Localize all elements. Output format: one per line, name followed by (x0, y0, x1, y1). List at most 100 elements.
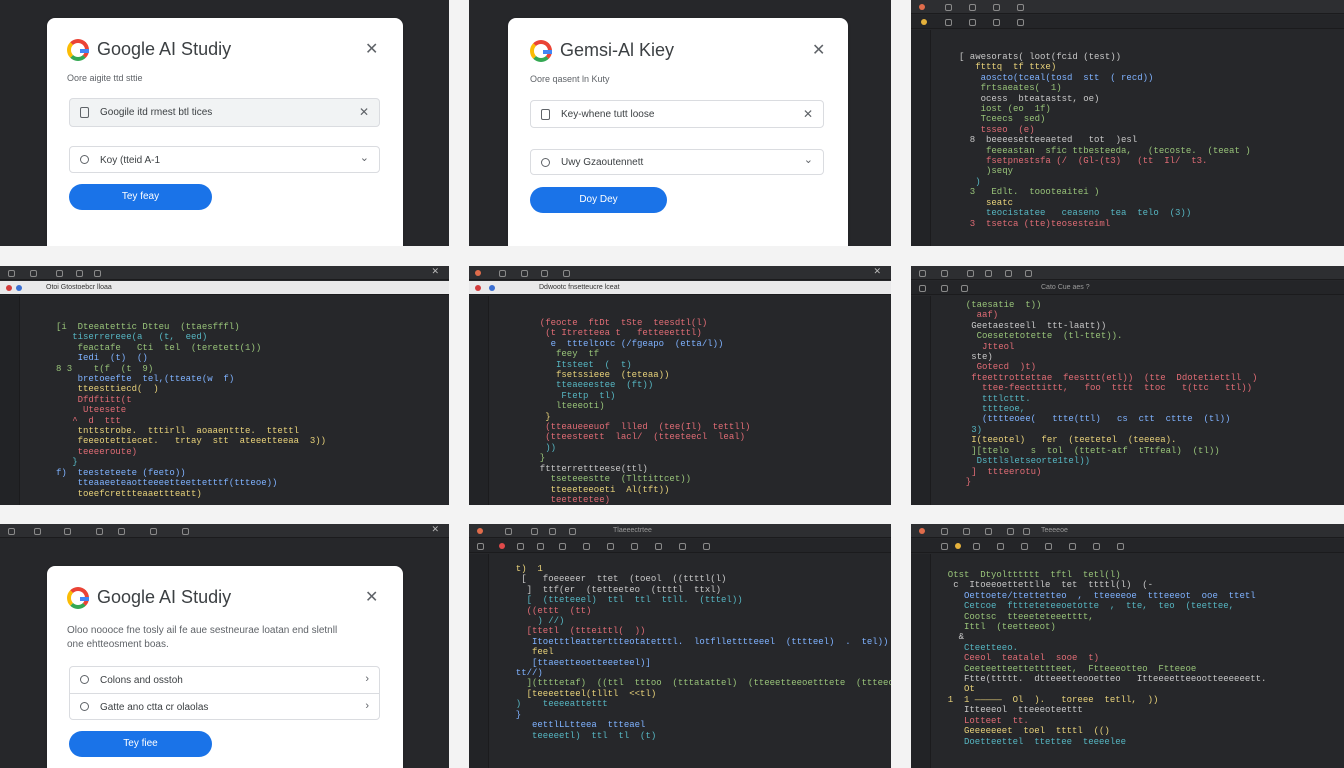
tool-icon[interactable] (941, 285, 948, 292)
clear-icon[interactable]: ✕ (359, 105, 369, 119)
close-icon[interactable]: ✕ (812, 40, 825, 60)
key-input[interactable]: Key-whene tutt loose ✕ (530, 100, 824, 128)
tool-icon[interactable] (997, 543, 1004, 550)
tool-icon[interactable] (1017, 19, 1024, 26)
close-icon[interactable]: ✕ (431, 266, 439, 277)
code-line: feeeotettiecet. trtay stt ateeetteeaa 3)… (56, 436, 327, 447)
tab-title[interactable]: Otoi Gtostoebcr lloaa (46, 284, 112, 291)
primary-button[interactable]: Doy Dey (530, 187, 667, 213)
tool-icon[interactable] (607, 543, 614, 550)
tool-icon[interactable] (941, 543, 948, 550)
tool-icon[interactable] (967, 270, 974, 277)
tool-icon[interactable] (517, 543, 524, 550)
record-icon[interactable] (499, 543, 505, 549)
tool-icon[interactable] (56, 270, 63, 277)
option-item-1[interactable]: Colons and osstoh › (70, 667, 379, 694)
tool-icon[interactable] (477, 543, 484, 550)
record-icon[interactable] (475, 270, 481, 276)
record-icon[interactable] (6, 285, 12, 291)
tool-icon[interactable] (182, 528, 189, 535)
tool-icon[interactable] (1017, 4, 1024, 11)
tool-icon[interactable] (945, 19, 952, 26)
tool-icon[interactable] (531, 528, 538, 535)
run-icon[interactable] (955, 543, 961, 549)
tool-icon[interactable] (679, 543, 686, 550)
key-dropdown[interactable]: Koy (tteid A-1 ⌄ (69, 146, 380, 173)
record-icon[interactable] (919, 4, 925, 10)
panel-ai-studio-options: ✕ Google AI Studiy ✕ Oloo noooce fne tos… (0, 524, 449, 768)
tool-icon[interactable] (8, 528, 15, 535)
record-icon[interactable] (477, 528, 483, 534)
code-line: Geeeeeeet toel ttttl (() (937, 726, 1110, 737)
tool-icon[interactable] (541, 270, 548, 277)
tool-icon[interactable] (631, 543, 638, 550)
tool-icon[interactable] (30, 270, 37, 277)
tool-icon[interactable] (537, 543, 544, 550)
tool-icon[interactable] (969, 4, 976, 11)
tool-icon[interactable] (64, 528, 71, 535)
close-icon[interactable]: ✕ (873, 266, 881, 277)
tool-icon[interactable] (919, 285, 926, 292)
tool-icon[interactable] (559, 543, 566, 550)
tool-icon[interactable] (94, 270, 101, 277)
code-line: Tceecs sed) (959, 114, 1046, 125)
tool-icon[interactable] (499, 270, 506, 277)
run-icon[interactable] (921, 19, 927, 25)
tool-icon[interactable] (993, 19, 1000, 26)
tool-icon[interactable] (919, 270, 926, 277)
tool-icon[interactable] (945, 4, 952, 11)
run-icon[interactable] (489, 285, 495, 291)
tool-icon[interactable] (703, 543, 710, 550)
tab-title[interactable]: Tlaeeectrtee (613, 527, 652, 534)
tab-title[interactable]: Ddwootc fnsetteucre lceat (539, 284, 620, 291)
search-field[interactable]: Googile itd rmest btl tices ✕ (69, 98, 380, 127)
primary-button[interactable]: Tey fiee (69, 731, 212, 757)
tool-icon[interactable] (549, 528, 556, 535)
line-gutter (0, 296, 20, 505)
tool-icon[interactable] (1045, 543, 1052, 550)
record-icon[interactable] (475, 285, 481, 291)
tool-icon[interactable] (1007, 528, 1014, 535)
option-item-2[interactable]: Gatte ano ctta cr olaolas › (70, 694, 379, 721)
tool-icon[interactable] (521, 270, 528, 277)
tool-icon[interactable] (985, 270, 992, 277)
tool-icon[interactable] (961, 285, 968, 292)
tool-icon[interactable] (34, 528, 41, 535)
close-icon[interactable]: ✕ (365, 39, 378, 59)
tab-title[interactable]: Teeeeoe (1041, 527, 1068, 534)
tool-icon[interactable] (1093, 543, 1100, 550)
tool-icon[interactable] (118, 528, 125, 535)
tool-icon[interactable] (973, 543, 980, 550)
project-dropdown[interactable]: Uwy Gzaoutennett ⌄ (530, 149, 824, 175)
tool-icon[interactable] (569, 528, 576, 535)
tool-icon[interactable] (1117, 543, 1124, 550)
run-icon[interactable] (16, 285, 22, 291)
tool-icon[interactable] (8, 270, 15, 277)
tool-icon[interactable] (505, 528, 512, 535)
tool-icon[interactable] (993, 4, 1000, 11)
tab-title[interactable]: Cato Cue aes ? (1041, 284, 1090, 291)
tool-icon[interactable] (1025, 270, 1032, 277)
tool-icon[interactable] (963, 528, 970, 535)
code-line: tteaeeestee (ft)) (529, 380, 654, 391)
tool-icon[interactable] (76, 270, 83, 277)
primary-button[interactable]: Tey feay (69, 184, 212, 210)
tool-icon[interactable] (1005, 270, 1012, 277)
tool-icon[interactable] (1023, 528, 1030, 535)
tool-icon[interactable] (583, 543, 590, 550)
tool-icon[interactable] (941, 528, 948, 535)
tool-icon[interactable] (1069, 543, 1076, 550)
code-line: Ot (937, 684, 975, 695)
tool-icon[interactable] (969, 19, 976, 26)
tool-icon[interactable] (1021, 543, 1028, 550)
record-icon[interactable] (919, 528, 925, 534)
close-icon[interactable]: ✕ (431, 524, 439, 535)
tool-icon[interactable] (985, 528, 992, 535)
tool-icon[interactable] (655, 543, 662, 550)
tool-icon[interactable] (941, 270, 948, 277)
tool-icon[interactable] (150, 528, 157, 535)
clear-icon[interactable]: ✕ (803, 107, 813, 121)
tool-icon[interactable] (563, 270, 570, 277)
close-icon[interactable]: ✕ (365, 587, 378, 607)
tool-icon[interactable] (96, 528, 103, 535)
